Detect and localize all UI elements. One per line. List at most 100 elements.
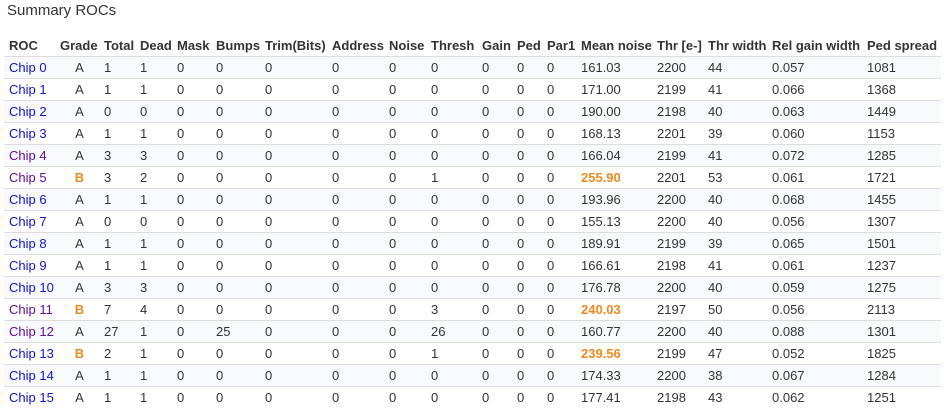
column-header-par1: Par1 [542,34,576,57]
thresh-cell: 1 [426,166,477,189]
thresh-cell: 0 [426,188,477,211]
thr-width-cell: 40 [703,210,767,233]
thr-width-cell: 47 [703,342,767,365]
mean-noise-cell: 193.96 [576,188,652,211]
mask-cell: 0 [172,342,211,365]
roc-link[interactable]: Chip 5 [9,170,47,185]
rel-gain-width-cell: 0.067 [767,364,862,387]
roc-link[interactable]: Chip 8 [9,236,47,251]
roc-link[interactable]: Chip 12 [9,324,54,339]
dead-cell: 1 [135,232,172,255]
roc-link[interactable]: Chip 11 [9,302,53,317]
thr-cell: 2199 [652,78,703,101]
mean-noise-cell: 255.90 [576,166,652,189]
grade-cell: A [55,386,99,408]
address-cell: 0 [327,320,384,343]
thresh-cell: 0 [426,276,477,299]
mask-cell: 0 [172,122,211,145]
roc-link[interactable]: Chip 4 [9,148,47,163]
gain-cell: 0 [477,210,512,233]
trim-bits-cell: 0 [260,232,327,255]
trim-bits-cell: 0 [260,166,327,189]
address-cell: 0 [327,232,384,255]
bumps-cell: 0 [211,56,260,79]
total-cell: 1 [99,122,135,145]
mask-cell: 0 [172,188,211,211]
column-header-trim-bits: Trim(Bits) [260,34,327,57]
ped-cell: 0 [512,320,542,343]
trim-bits-cell: 0 [260,100,327,123]
roc-link[interactable]: Chip 10 [9,280,54,295]
gain-cell: 0 [477,56,512,79]
ped-cell: 0 [512,232,542,255]
roc-link[interactable]: Chip 13 [9,346,54,361]
column-header-ped: Ped [512,34,542,57]
total-cell: 7 [99,298,135,321]
noise-cell: 0 [384,122,426,145]
par1-cell: 0 [542,254,576,277]
gain-cell: 0 [477,166,512,189]
roc-cell: Chip 0 [4,56,55,79]
ped-spread-cell: 1501 [862,232,941,255]
roc-link[interactable]: Chip 0 [9,60,47,75]
column-header-dead: Dead [135,34,172,57]
roc-link[interactable]: Chip 9 [9,258,47,273]
grade-cell: A [55,276,99,299]
bumps-cell: 0 [211,342,260,365]
mask-cell: 0 [172,56,211,79]
mean-noise-cell: 168.13 [576,122,652,145]
column-header-thr-width: Thr width [703,34,767,57]
mask-cell: 0 [172,78,211,101]
roc-link[interactable]: Chip 3 [9,126,47,141]
trim-bits-cell: 0 [260,78,327,101]
table-row: Chip 14 A 1 1 0 0 0 0 0 0 0 0 0 174.33 2200 38 0.067 1284 [4,364,941,387]
mask-cell: 0 [172,364,211,387]
gain-cell: 0 [477,254,512,277]
mean-noise-cell: 155.13 [576,210,652,233]
roc-link[interactable]: Chip 2 [9,104,47,119]
thr-cell: 2199 [652,342,703,365]
roc-link[interactable]: Chip 1 [9,82,47,97]
rel-gain-width-cell: 0.066 [767,78,862,101]
thr-width-cell: 40 [703,100,767,123]
bumps-cell: 0 [211,100,260,123]
column-header-rel-gain-width: Rel gain width [767,34,862,57]
trim-bits-cell: 0 [260,386,327,408]
grade-cell: A [55,254,99,277]
mask-cell: 0 [172,166,211,189]
thresh-cell: 0 [426,364,477,387]
trim-bits-cell: 0 [260,320,327,343]
table-row: Chip 15 A 1 1 0 0 0 0 0 0 0 0 0 177.41 2198 43 0.062 1251 [4,386,941,408]
ped-cell: 0 [512,188,542,211]
bumps-cell: 0 [211,188,260,211]
thr-width-cell: 50 [703,298,767,321]
gain-cell: 0 [477,78,512,101]
roc-cell: Chip 6 [4,188,55,211]
grade-cell: A [55,122,99,145]
grade-cell: A [55,100,99,123]
noise-cell: 0 [384,298,426,321]
thr-width-cell: 43 [703,386,767,408]
address-cell: 0 [327,364,384,387]
total-cell: 1 [99,364,135,387]
bumps-cell: 0 [211,276,260,299]
mean-noise-cell: 171.00 [576,78,652,101]
roc-link[interactable]: Chip 15 [9,390,54,405]
roc-link[interactable]: Chip 14 [9,368,54,383]
trim-bits-cell: 0 [260,56,327,79]
thr-cell: 2201 [652,166,703,189]
dead-cell: 1 [135,122,172,145]
par1-cell: 0 [542,342,576,365]
gain-cell: 0 [477,100,512,123]
roc-link[interactable]: Chip 7 [9,214,47,229]
ped-spread-cell: 1251 [862,386,941,408]
table-row: Chip 8 A 1 1 0 0 0 0 0 0 0 0 0 189.91 2199 39 0.065 1501 [4,232,941,255]
roc-link[interactable]: Chip 6 [9,192,47,207]
trim-bits-cell: 0 [260,298,327,321]
par1-cell: 0 [542,210,576,233]
thr-width-cell: 41 [703,144,767,167]
mask-cell: 0 [172,298,211,321]
grade-cell: B [55,166,99,189]
column-header-bumps: Bumps [211,34,260,57]
roc-cell: Chip 1 [4,78,55,101]
